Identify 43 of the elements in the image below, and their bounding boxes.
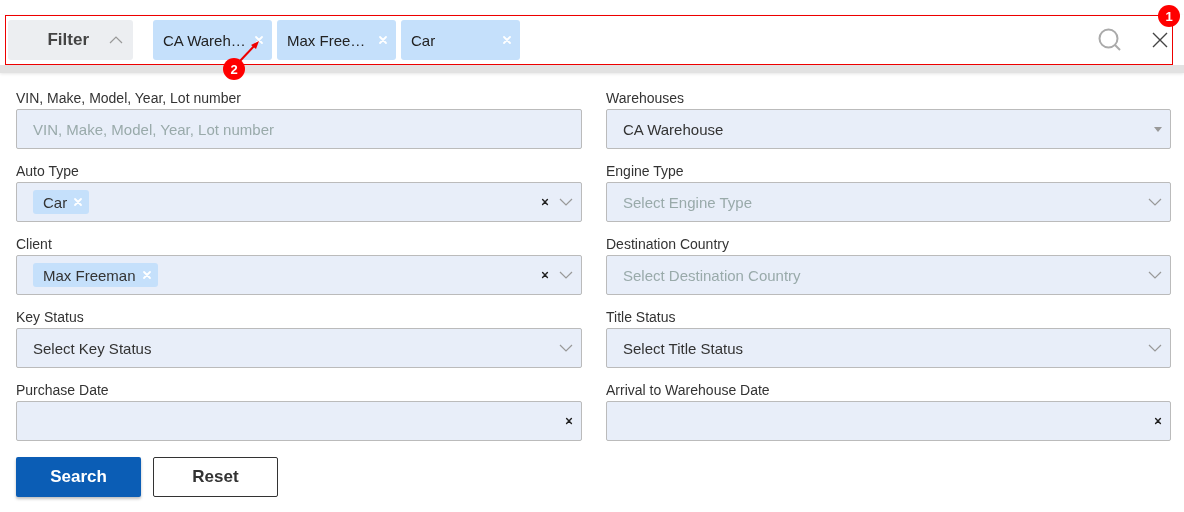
clear-icon[interactable] (565, 417, 573, 425)
filter-chip[interactable]: Car (401, 20, 520, 60)
annotation-marker: 1 (1158, 5, 1180, 27)
text-field[interactable]: VIN, Make, Model, Year, Lot number (16, 109, 582, 149)
chevron-icon[interactable] (109, 36, 123, 44)
multi-select-field[interactable]: Max Freeman (16, 255, 582, 295)
reset-button[interactable]: Reset (153, 457, 278, 497)
clear-icon[interactable] (541, 271, 549, 279)
field-label: Client (16, 236, 52, 252)
field-label: Key Status (16, 309, 84, 325)
search-icon[interactable] (1098, 28, 1122, 52)
multi-select-field[interactable]: Car (16, 182, 582, 222)
select-field[interactable]: Select Key Status (16, 328, 582, 368)
date-field[interactable] (606, 401, 1171, 441)
chevron-icon[interactable] (1148, 271, 1162, 279)
field-label: Auto Type (16, 163, 79, 179)
date-field[interactable] (16, 401, 582, 441)
clear-icon[interactable] (541, 198, 549, 206)
selected-chip[interactable]: Car (33, 190, 90, 214)
dropdown-field[interactable]: CA Warehouse (606, 109, 1171, 149)
field-label: VIN, Make, Model, Year, Lot number (16, 90, 241, 106)
chevron-icon[interactable] (559, 344, 573, 352)
filter-chip[interactable]: CA Wareh… (153, 20, 272, 60)
field-label: Engine Type (606, 163, 684, 179)
field-label: Warehouses (606, 90, 685, 106)
search-button[interactable]: Search (16, 457, 141, 497)
field-label: Destination Country (606, 236, 729, 252)
chevron-icon[interactable] (559, 271, 573, 279)
filter-toggle-button[interactable]: Filter (8, 20, 133, 60)
field-label: Purchase Date (16, 382, 109, 398)
annotation-marker: 2 (223, 58, 245, 80)
close-icon[interactable] (1152, 32, 1168, 48)
clear-icon[interactable] (1154, 417, 1162, 425)
filter-chip[interactable]: Max Free… (277, 20, 396, 60)
field-label: Title Status (606, 309, 676, 325)
select-field[interactable]: Select Title Status (606, 328, 1171, 368)
chevron-icon[interactable] (1148, 344, 1162, 352)
chevron-icon[interactable] (559, 198, 573, 206)
remove-icon[interactable] (254, 35, 264, 45)
caret-icon[interactable] (1154, 126, 1162, 132)
selected-chip[interactable]: Max Freeman (33, 263, 158, 287)
field-label: Arrival to Warehouse Date (606, 382, 770, 398)
chevron-icon[interactable] (1148, 198, 1162, 206)
